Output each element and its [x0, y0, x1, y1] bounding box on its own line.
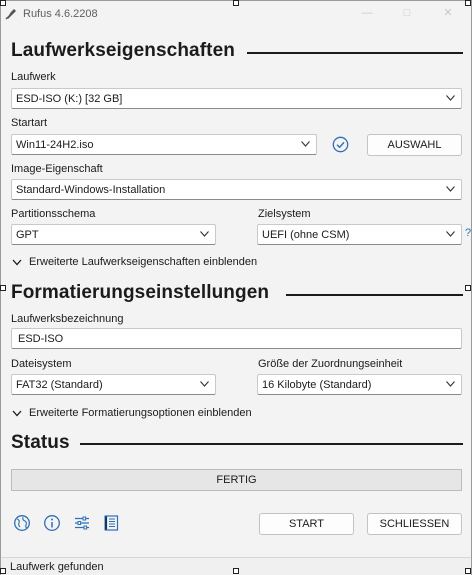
rufus-app-icon [5, 9, 16, 20]
partition-select[interactable]: GPT [11, 224, 216, 245]
target-select[interactable]: UEFI (ohne CSM) [257, 224, 462, 245]
volume-label-value: ESD-ISO [18, 333, 64, 345]
device-label: Laufwerk [11, 71, 56, 83]
target-value: UEFI (ohne CSM) [262, 229, 350, 241]
resize-handle[interactable] [0, 0, 6, 6]
status-text: Laufwerk gefunden [10, 561, 104, 573]
rufus-window: Rufus 4.6.2208 — □ ✕ Laufwerkseigenschaf… [0, 0, 472, 575]
check-circle-icon[interactable] [332, 136, 349, 153]
filesystem-value: FAT32 (Standard) [16, 379, 103, 391]
globe-icon[interactable] [13, 514, 31, 532]
resize-handle[interactable] [233, 0, 239, 6]
volume-label-caption: Laufwerksbezeichnung [11, 313, 124, 325]
filesystem-select[interactable]: FAT32 (Standard) [11, 374, 216, 395]
chevron-down-icon [446, 231, 455, 237]
section-divider [80, 443, 463, 445]
image-option-label: Image-Eigenschaft [11, 163, 103, 175]
select-image-button[interactable]: AUSWAHL [367, 134, 462, 156]
section-title-drive: Laufwerkseigenschaften [11, 40, 235, 61]
device-select[interactable]: ESD-ISO (K:) [32 GB] [11, 88, 462, 109]
resize-handle[interactable] [0, 568, 6, 574]
resize-handle[interactable] [465, 285, 471, 291]
chevron-down-icon [446, 381, 455, 387]
section-title-status: Status [11, 432, 70, 453]
partition-value: GPT [16, 229, 39, 241]
info-icon[interactable] [43, 514, 61, 532]
volume-label-input[interactable]: ESD-ISO [11, 328, 462, 349]
boot-value: Win11-24H2.iso [16, 139, 94, 151]
chevron-down-icon [200, 231, 209, 237]
target-label: Zielsystem [258, 208, 311, 220]
drive-advanced-label: Erweiterte Laufwerkseigenschaften einble… [29, 256, 258, 268]
chevron-down-icon [446, 95, 455, 101]
chevron-down-icon [200, 381, 209, 387]
resize-handle[interactable] [465, 0, 471, 6]
progress-bar: FERTIG [11, 469, 462, 491]
chevron-down-icon [12, 410, 22, 417]
drive-advanced-toggle[interactable]: Erweiterte Laufwerkseigenschaften einble… [12, 256, 312, 270]
close-button[interactable]: SCHLIESSEN [367, 513, 462, 535]
cluster-size-label: Größe der Zuordnungseinheit [258, 358, 403, 370]
close-icon[interactable]: ✕ [441, 6, 455, 20]
cluster-size-select[interactable]: 16 Kilobyte (Standard) [257, 374, 462, 395]
section-title-format: Formatierungseinstellungen [11, 282, 270, 303]
window-title: Rufus 4.6.2208 [23, 8, 98, 20]
resize-handle[interactable] [0, 285, 6, 291]
cluster-size-value: 16 Kilobyte (Standard) [262, 379, 372, 391]
chevron-down-icon [446, 186, 455, 192]
resize-handle[interactable] [233, 568, 239, 574]
resize-handle[interactable] [465, 568, 471, 574]
partition-label: Partitionsschema [11, 208, 96, 220]
chevron-down-icon [12, 259, 22, 266]
section-divider [247, 52, 463, 54]
minimize-icon[interactable]: — [360, 6, 374, 20]
chevron-down-icon [301, 141, 310, 147]
log-icon[interactable] [103, 514, 121, 532]
start-button[interactable]: START [259, 513, 354, 535]
section-divider [286, 294, 463, 296]
boot-select[interactable]: Win11-24H2.iso [11, 134, 317, 155]
format-advanced-label: Erweiterte Formatierungsoptionen einblen… [29, 407, 252, 419]
image-option-select[interactable]: Standard-Windows-Installation [11, 179, 462, 200]
filesystem-label: Dateisystem [11, 358, 72, 370]
maximize-icon[interactable]: □ [400, 6, 414, 20]
image-option-value: Standard-Windows-Installation [16, 184, 166, 196]
progress-text: FERTIG [216, 474, 257, 486]
settings-sliders-icon[interactable] [73, 514, 91, 532]
help-mark[interactable]: ? [465, 227, 471, 239]
device-value: ESD-ISO (K:) [32 GB] [16, 93, 123, 105]
boot-label: Startart [11, 117, 48, 129]
format-advanced-toggle[interactable]: Erweiterte Formatierungsoptionen einblen… [12, 407, 312, 421]
